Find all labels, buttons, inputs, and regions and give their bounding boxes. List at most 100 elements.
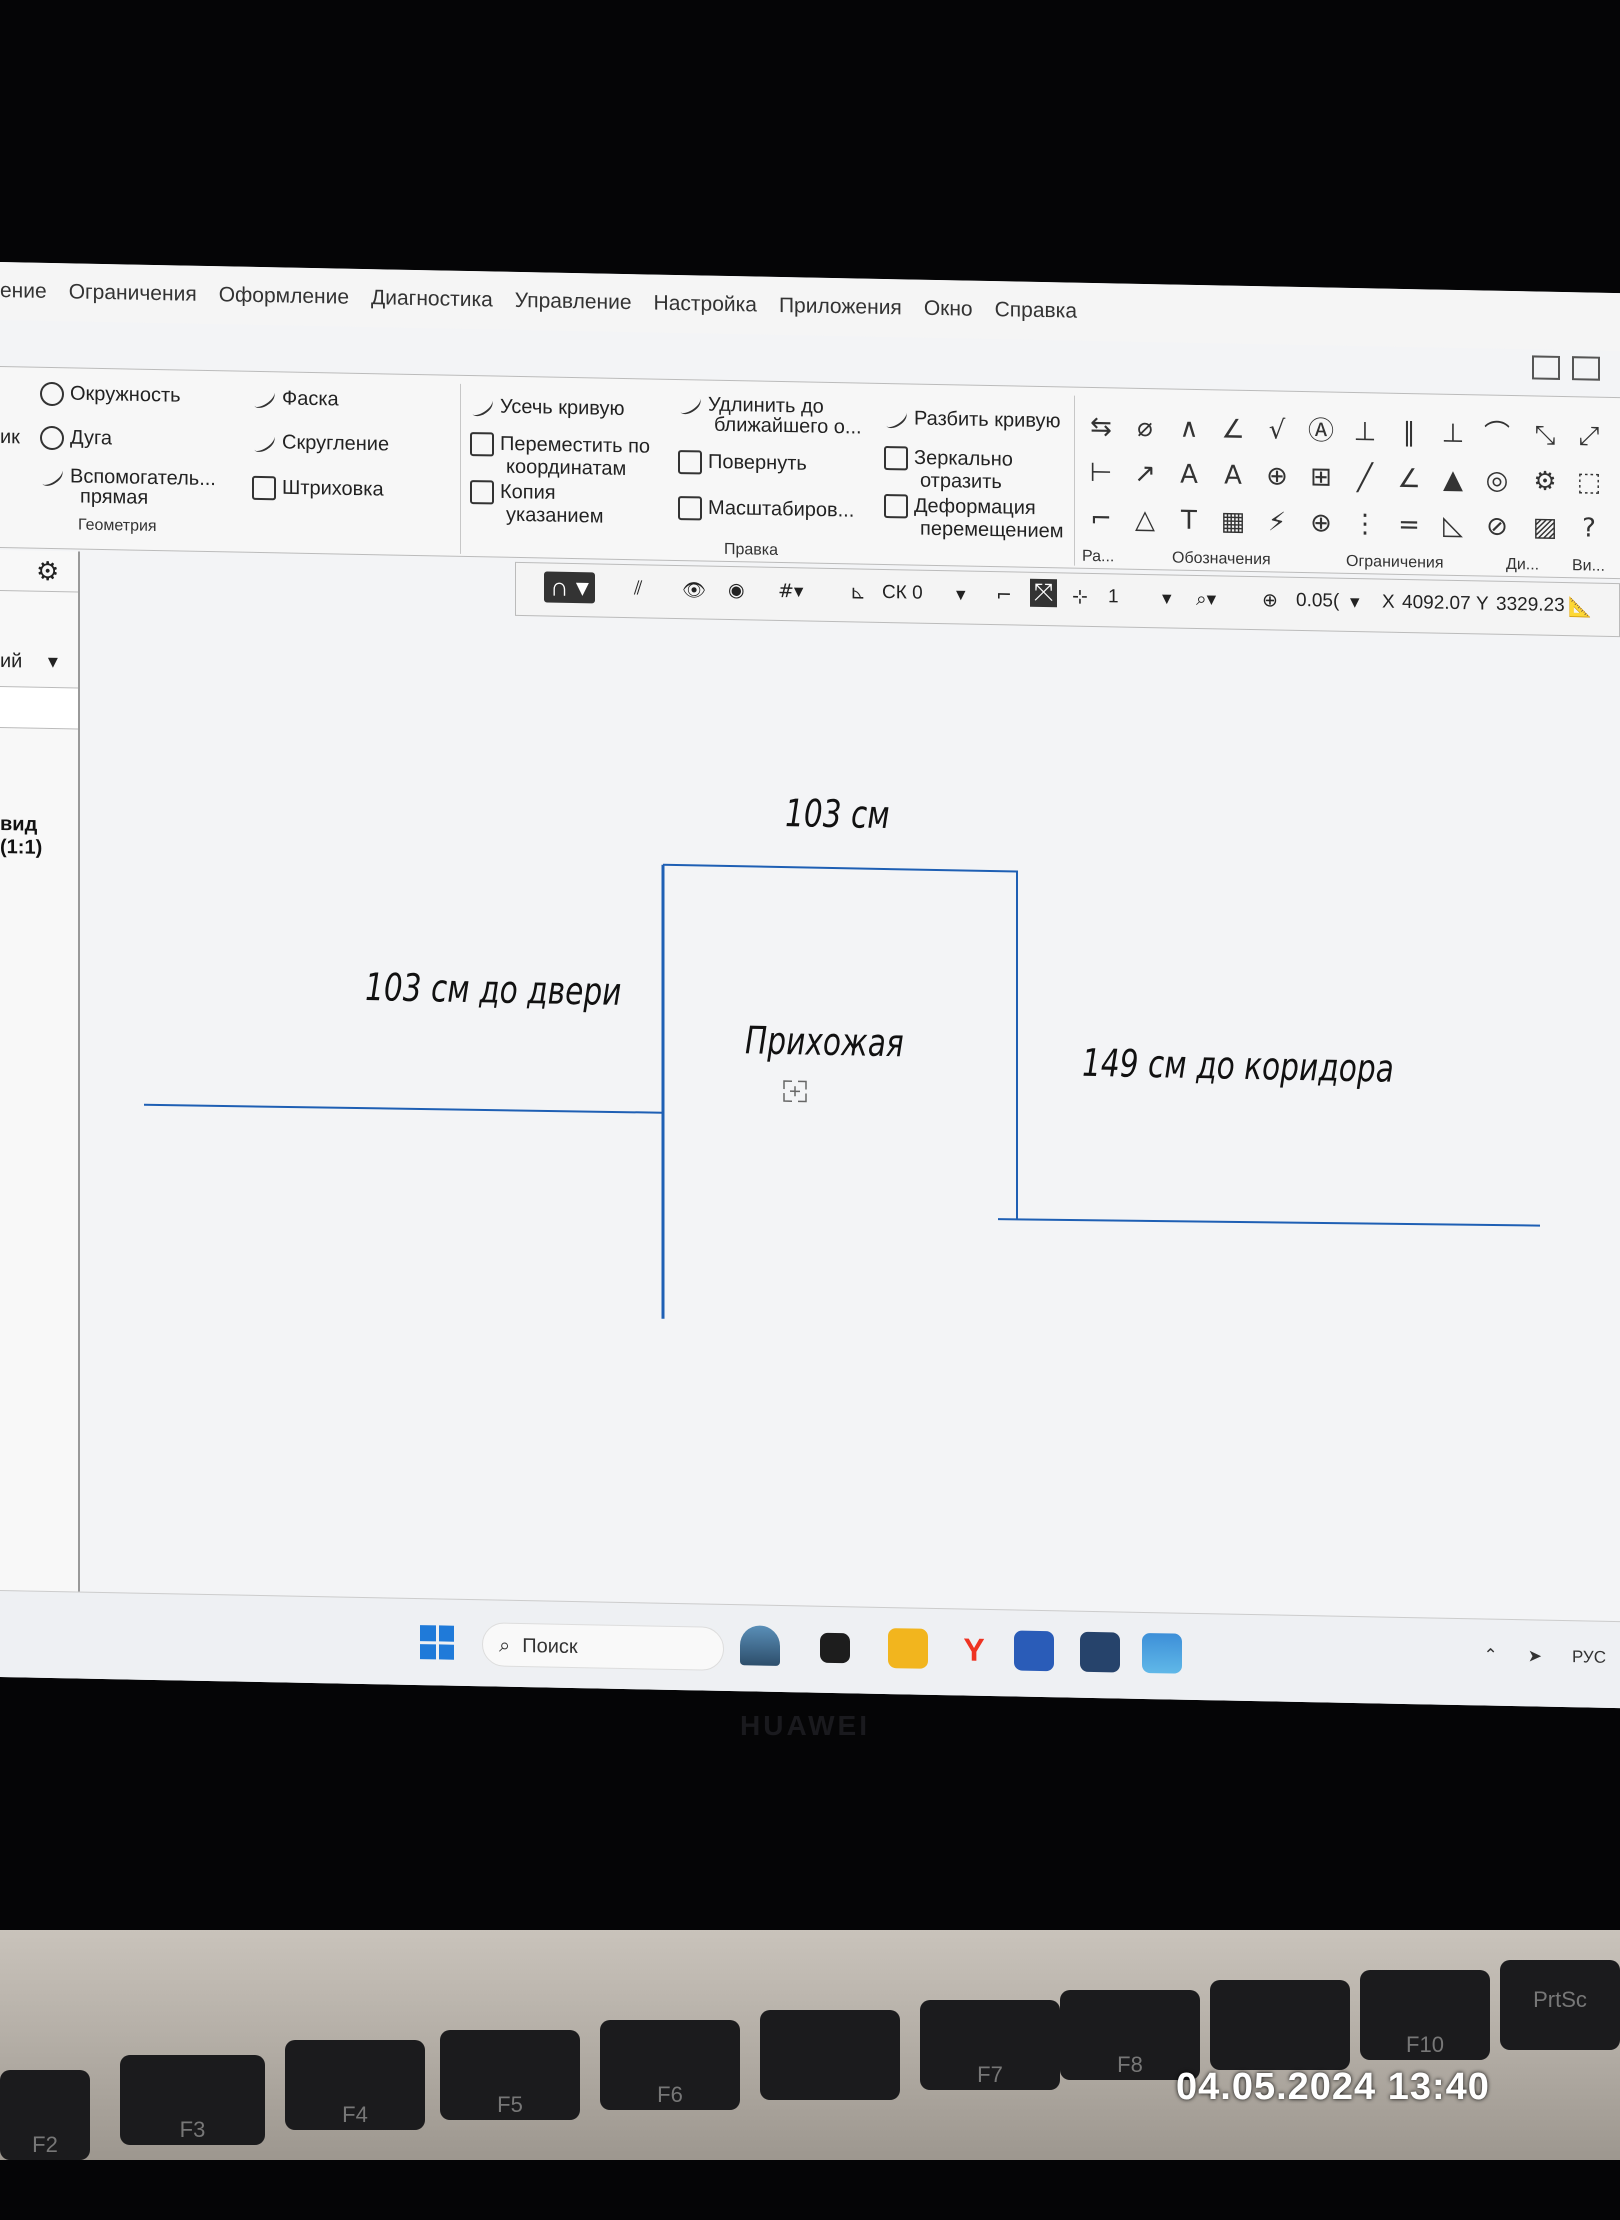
photos-app-icon[interactable] (1142, 1632, 1182, 1674)
landscape-app-icon[interactable] (740, 1625, 780, 1666)
collinear-icon[interactable]: ╱ (1350, 463, 1380, 494)
folder-app-icon[interactable] (888, 1628, 928, 1669)
language-indicator[interactable]: РУС (1572, 1647, 1606, 1668)
trim-curve-button[interactable]: Усечь кривую (468, 394, 624, 420)
angle-icon[interactable]: ∧ (1174, 414, 1204, 445)
base-icon[interactable]: ⌐ (1086, 504, 1116, 535)
tray-chevron-icon[interactable]: ⌃ (1483, 1645, 1497, 1665)
zoom-value[interactable]: 0.05( (1296, 590, 1339, 613)
chamfer-button[interactable]: Фаска (250, 386, 339, 412)
menu-item-applications[interactable]: Приложения (779, 294, 902, 320)
panel-dropdown[interactable]: ий ▾ (0, 648, 58, 674)
mirror-button[interactable]: Зеркально отразить (884, 445, 1013, 493)
visibility2-icon[interactable]: ◉ (728, 579, 745, 601)
hatch-button[interactable]: Штриховка (252, 475, 384, 503)
zoom-icon[interactable]: ⊕ (1262, 589, 1278, 611)
cs-icon[interactable]: ⊾ (850, 581, 866, 603)
text-icon[interactable]: T (1174, 506, 1204, 537)
ortho-icon[interactable]: ⌐ (996, 584, 1012, 606)
nodes-icon[interactable]: ⤧ (1030, 578, 1058, 608)
fix-point-icon[interactable]: ⊥ (1350, 417, 1380, 448)
deform-button[interactable]: Деформация перемещением (884, 493, 1064, 542)
hatch-circle-icon[interactable]: ⊘ (1482, 511, 1512, 542)
split-curve-button[interactable]: Разбить кривую (882, 406, 1061, 432)
panel-field[interactable] (0, 686, 78, 730)
copy-button[interactable]: Копия указанием (470, 480, 603, 528)
parallel-snap-icon[interactable]: ⫽ (634, 577, 642, 599)
diag4-icon[interactable]: ⬚ (1574, 467, 1604, 498)
gear-icon[interactable]: ⚙ (36, 557, 59, 587)
diag6-icon[interactable]: ? (1574, 513, 1604, 544)
leader-icon[interactable]: A (1218, 460, 1248, 491)
diag-icon[interactable]: ⤡ (1530, 420, 1560, 451)
angle-constraint-icon[interactable]: ∠ (1394, 464, 1424, 495)
aux-line-button[interactable]: Вспомогатель... прямая (38, 464, 216, 509)
extend-button[interactable]: Удлинить до ближайшего о... (676, 392, 862, 439)
coordinate-system-select[interactable]: СК 0 (882, 582, 923, 605)
menu-item-design[interactable]: Оформление (219, 283, 349, 310)
ruler-icon[interactable]: 📐 (1568, 595, 1592, 618)
layer-select[interactable]: 1 (1108, 586, 1119, 608)
menu-item-management[interactable]: Управление (515, 289, 632, 315)
restore-icon[interactable] (1532, 355, 1560, 380)
group-label-designations[interactable]: Обозначения (1172, 550, 1271, 570)
menu-item-window[interactable]: Окно (924, 297, 973, 322)
menu-item-edit[interactable]: ение (0, 279, 47, 304)
perpendicular-icon[interactable]: ⊥ (1438, 419, 1468, 450)
roughness-icon[interactable]: √ (1262, 415, 1292, 446)
group-label-ra[interactable]: Ра... (1082, 548, 1114, 567)
chevron-down-icon[interactable]: ▾ (956, 583, 966, 605)
chevron-down-icon[interactable]: ▾ (1350, 591, 1360, 613)
store-app-icon[interactable] (1014, 1630, 1054, 1672)
diameter-icon[interactable]: ⌀ (1130, 413, 1160, 444)
scale-button[interactable]: Масштабиров... (678, 496, 854, 523)
right-triangle-icon[interactable]: ◺ (1438, 511, 1468, 542)
menu-item-diagnostics[interactable]: Диагностика (371, 286, 493, 312)
snap-magnet-icon[interactable]: ∩ ▾ (544, 571, 595, 604)
diag3-icon[interactable]: ⚙ (1530, 466, 1560, 497)
tangent-icon[interactable]: ⌒ (1482, 419, 1512, 450)
rotate-button[interactable]: Повернуть (678, 450, 807, 476)
tolerance-icon[interactable]: ⊕ (1262, 461, 1292, 492)
angle-dim-icon[interactable]: ∠ (1218, 414, 1248, 445)
leader-a-icon[interactable]: A (1174, 460, 1204, 491)
move-coords-button[interactable]: Переместить по координатам (470, 432, 650, 480)
location-icon[interactable]: ➤ (1528, 1646, 1542, 1666)
equal-icon[interactable]: = (1394, 510, 1424, 541)
terminal-app-icon[interactable] (820, 1632, 850, 1664)
triangle-icon[interactable]: △ (1130, 505, 1160, 536)
zoom-window-icon[interactable]: ⌕▾ (1196, 588, 1216, 610)
radius-icon[interactable]: ↗ (1130, 459, 1160, 490)
diag5-icon[interactable]: ▨ (1530, 512, 1560, 543)
chevron-down-icon[interactable]: ▾ (1162, 587, 1172, 609)
table-icon[interactable]: ▦ (1218, 506, 1248, 537)
fillet-button[interactable]: Скругление (250, 430, 389, 455)
windows-start-icon[interactable] (420, 1625, 454, 1660)
drawing-canvas[interactable]: 103 см 103 см до двери Прихожая 149 см д… (80, 608, 1620, 1618)
taskbar-search[interactable]: ⌕ Поиск (482, 1622, 724, 1671)
symmetry-icon[interactable]: ▲ (1438, 465, 1468, 496)
yandex-browser-icon[interactable]: Y (954, 1629, 994, 1670)
group-label-vi[interactable]: Ви... (1572, 557, 1605, 576)
layer-icon[interactable]: ⊹ (1072, 586, 1088, 608)
circle-button[interactable]: Окружность (40, 381, 181, 409)
arc-button[interactable]: Дуга (40, 425, 112, 451)
concentric-icon[interactable]: ◎ (1482, 465, 1512, 496)
center-mark-icon[interactable]: ⊕ (1306, 508, 1336, 539)
diag2-icon[interactable]: ⤢ (1574, 421, 1604, 452)
menu-item-settings[interactable]: Настройка (654, 292, 757, 318)
parallel-icon[interactable]: ∥ (1394, 418, 1424, 449)
section-icon[interactable]: ⚡ (1262, 507, 1292, 538)
table-mark-icon[interactable]: ⊞ (1306, 462, 1336, 493)
group-label-constraints[interactable]: Ограничения (1346, 553, 1444, 573)
linear-dim-icon[interactable]: ⊢ (1086, 458, 1116, 489)
menu-item-constraints[interactable]: Ограничения (69, 280, 197, 306)
kompas-app-icon[interactable] (1080, 1631, 1120, 1673)
visibility-icon[interactable]: 👁 (682, 578, 706, 601)
dimension-icon[interactable]: ⇆ (1086, 412, 1116, 443)
settings-window-icon[interactable] (1572, 356, 1600, 381)
coincident-icon[interactable]: ⋮ (1350, 509, 1380, 540)
menu-item-help[interactable]: Справка (995, 298, 1077, 324)
grid-icon[interactable]: #▾ (778, 580, 803, 602)
text-box-icon[interactable]: Ⓐ (1306, 416, 1336, 447)
